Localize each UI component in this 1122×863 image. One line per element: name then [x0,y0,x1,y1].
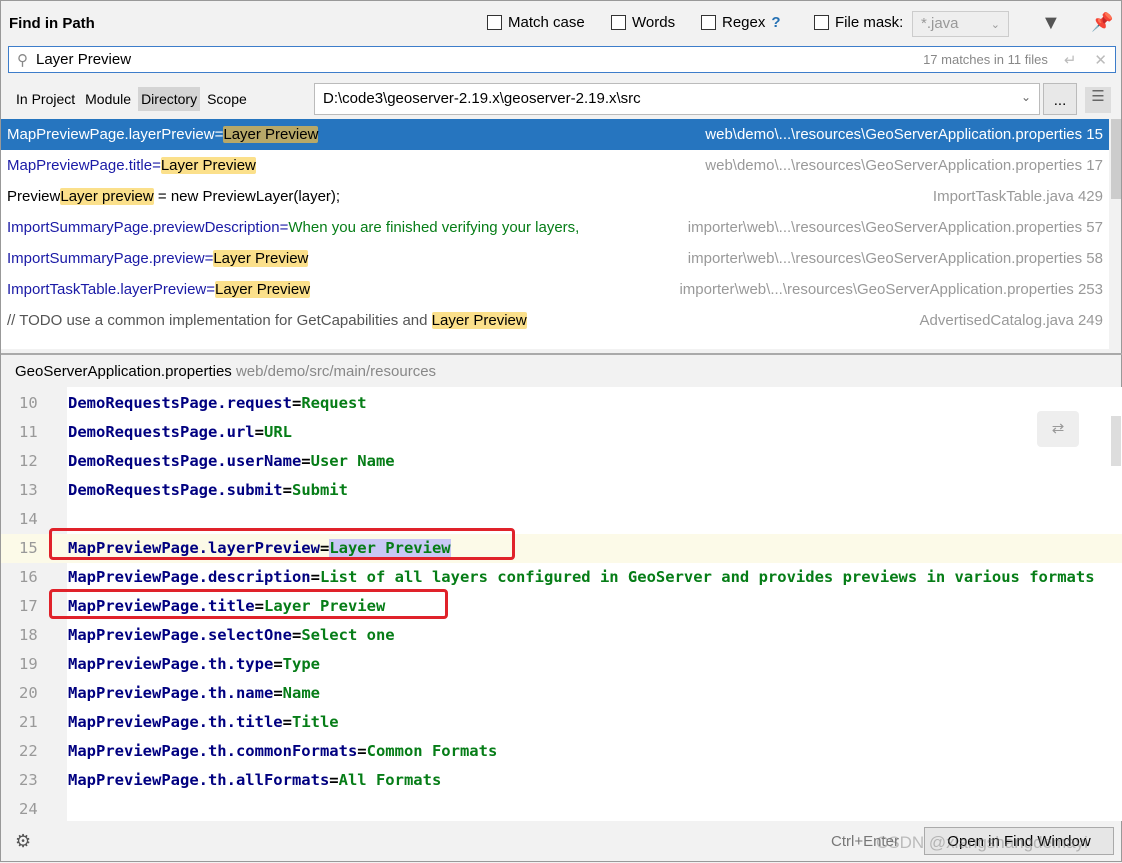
match-case-checkbox[interactable]: Match case [487,14,585,31]
result-text: // TODO use a common implementation for … [7,312,527,329]
regex-help-link[interactable]: ? [771,14,780,31]
result-row[interactable]: ImportSummaryPage.preview=Layer Preview i… [1,243,1109,274]
match-highlight: Layer Preview [160,157,256,174]
match-highlight: Layer Preview [431,312,527,329]
annotation-box [49,589,448,619]
code-line: 18 MapPreviewPage.selectOne=Select one [1,621,1122,650]
line-number: 16 [19,568,38,586]
line-number: 10 [19,394,38,412]
match-highlight: Layer Preview [223,126,319,143]
code-line: 23 MapPreviewPage.th.allFormats=All Forma… [1,766,1122,795]
match-highlight: Layer preview [60,188,154,205]
line-number: 13 [19,481,38,499]
result-text: ImportSummaryPage.preview=Layer Preview [7,250,309,267]
code-line: 11 DemoRequestsPage.url=URL [1,418,1122,447]
result-row[interactable]: ImportSummaryPage.previewDescription=Whe… [1,212,1109,243]
result-text: MapPreviewPage.layerPreview=Layer Previe… [7,126,319,143]
results-list: MapPreviewPage.layerPreview=Layer Previe… [1,119,1109,349]
result-file: importer\web\...\resources\GeoServerAppl… [679,281,1103,298]
scope-tabs: In Project Module Directory Scope [13,87,250,111]
result-row[interactable]: ImportTaskTable.layerPreview=Layer Previ… [1,274,1109,305]
line-number: 15 [19,539,38,557]
result-row[interactable]: // TODO use a common implementation for … [1,305,1109,336]
result-file: AdvertisedCatalog.java 249 [919,312,1103,329]
result-text: ImportTaskTable.layerPreview=Layer Previ… [7,281,311,298]
line-number: 21 [19,713,38,731]
code-line: 24 [1,795,1122,821]
result-text: PreviewLayer preview = new PreviewLayer(… [7,188,341,205]
line-number: 18 [19,626,38,644]
soft-wrap-icon[interactable]: ⇄ [1037,411,1079,447]
tab-module[interactable]: Module [82,87,134,111]
result-file: importer\web\...\resources\GeoServerAppl… [687,250,1103,267]
result-text: ImportSummaryPage.previewDescription=Whe… [7,219,580,236]
words-checkbox[interactable]: Words [611,14,675,31]
results-scrollbar[interactable] [1111,119,1121,199]
line-number: 11 [19,423,38,441]
result-file: ImportTaskTable.java 429 [932,188,1103,205]
tab-scope[interactable]: Scope [204,87,250,111]
line-number: 12 [19,452,38,470]
editor-scrollbar[interactable] [1111,416,1121,466]
code-line: 21 MapPreviewPage.th.title=Title [1,708,1122,737]
file-mask-checkbox[interactable]: File mask: [814,14,903,31]
newline-icon[interactable]: ↵ [1064,51,1077,69]
code-line: 13 DemoRequestsPage.submit=Submit [1,476,1122,505]
result-file: web\demo\...\resources\GeoServerApplicat… [705,126,1103,143]
annotation-box [49,528,515,560]
line-number: 22 [19,742,38,760]
recursive-tree-icon[interactable]: ☰ [1085,87,1111,113]
code-line: 20 MapPreviewPage.th.name=Name [1,679,1122,708]
line-number: 20 [19,684,38,702]
clear-icon[interactable]: ✕ [1094,51,1107,69]
preview-header: GeoServerApplication.properties web/demo… [1,353,1122,387]
code-line: 19 MapPreviewPage.th.type=Type [1,650,1122,679]
regex-checkbox[interactable]: Regex? [701,14,781,31]
pin-icon[interactable]: 📌 [1091,12,1113,33]
result-row[interactable]: MapPreviewPage.title=Layer Preview web\de… [1,150,1109,181]
line-number: 19 [19,655,38,673]
result-file: importer\web\...\resources\GeoServerAppl… [687,219,1103,236]
tab-directory[interactable]: Directory [138,87,201,111]
result-row[interactable]: MapPreviewPage.layerPreview=Layer Previe… [1,119,1109,150]
line-number: 14 [19,510,38,528]
line-number: 17 [19,597,38,615]
watermark: CSDN @xiangshangdemayi [876,833,1088,852]
settings-gear-icon[interactable]: ⚙ [15,831,31,852]
code-line: 10 DemoRequestsPage.request=Request [1,389,1122,418]
file-mask-select[interactable]: *.java ⌄ [912,11,1009,37]
code-line: 16 MapPreviewPage.description=List of all… [1,563,1122,592]
line-number: 23 [19,771,38,789]
result-file: web\demo\...\resources\GeoServerApplicat… [705,157,1103,174]
match-count: 17 matches in 11 files [923,52,1048,67]
browse-button[interactable]: ... [1043,83,1077,115]
result-row[interactable]: PreviewLayer preview = new PreviewLayer(… [1,181,1109,212]
match-highlight: Layer Preview [215,281,311,298]
match-highlight: Layer Preview [213,250,309,267]
result-text: MapPreviewPage.title=Layer Preview [7,157,256,174]
search-icon: ⚲ [17,51,28,69]
line-number: 24 [19,800,38,818]
filter-icon[interactable]: ▼ [1041,12,1061,35]
search-input[interactable]: ⚲ Layer Preview 17 matches in 11 files ↵… [8,46,1116,73]
dialog-title: Find in Path [9,15,95,32]
directory-select[interactable]: D:\code3\geoserver-2.19.x\geoserver-2.19… [314,83,1040,115]
tab-in-project[interactable]: In Project [13,87,78,111]
code-line: 22 MapPreviewPage.th.commonFormats=Common… [1,737,1122,766]
code-line: 12 DemoRequestsPage.userName=User Name [1,447,1122,476]
